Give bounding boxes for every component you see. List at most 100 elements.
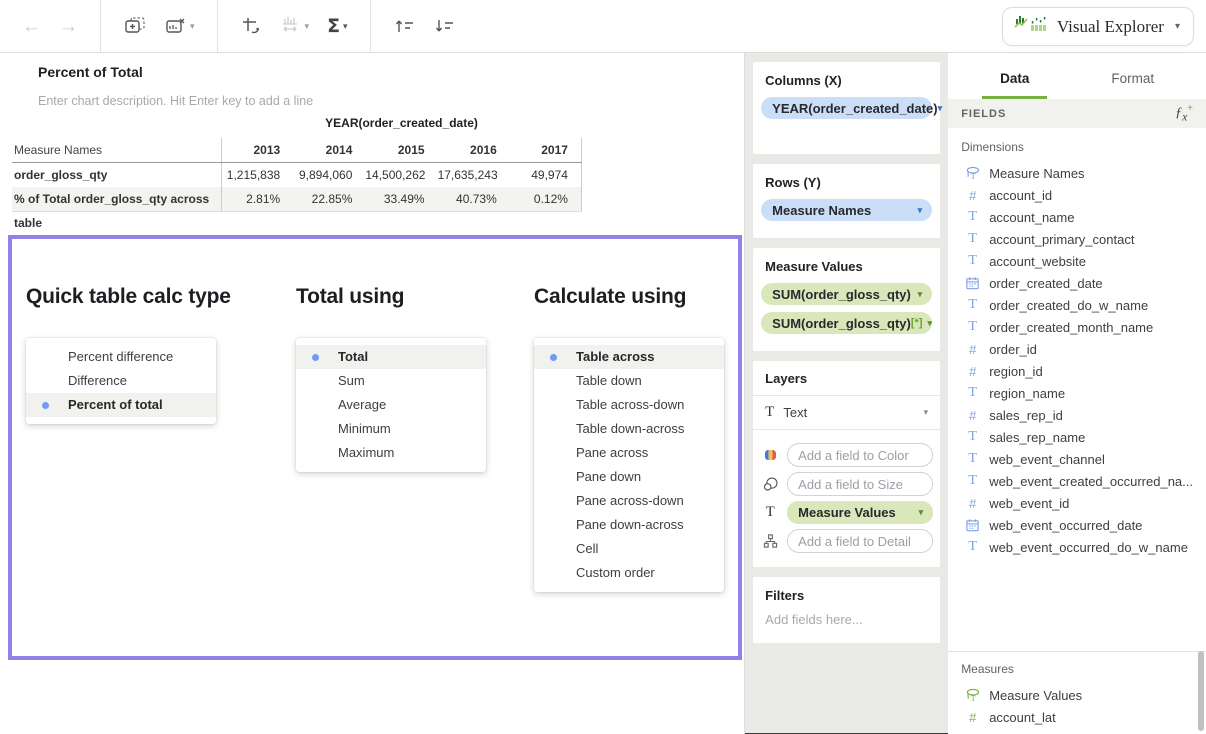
- field-list-item[interactable]: #web_event_id: [948, 492, 1206, 514]
- text-icon: T: [965, 254, 980, 268]
- menu-item[interactable]: Pane down: [534, 465, 724, 489]
- chart-title[interactable]: Percent of Total: [38, 64, 143, 80]
- text-icon: T: [965, 386, 980, 400]
- field-name: web_event_channel: [989, 452, 1105, 467]
- columns-shelf: Columns (X) YEAR(order_created_date)▾: [753, 62, 940, 154]
- field-pill[interactable]: SUM(order_gloss_qty)[*]▾: [761, 312, 932, 334]
- field-list-item[interactable]: Torder_created_do_w_name: [948, 294, 1206, 316]
- field-list-item[interactable]: Taccount_website: [948, 250, 1206, 272]
- calc-menu-group: Calculate usingTable acrossTable downTab…: [534, 285, 724, 592]
- measure-names-icon: T: [965, 687, 980, 703]
- menu-item[interactable]: Maximum: [296, 441, 486, 465]
- field-pill[interactable]: Measure Values▾: [787, 501, 933, 524]
- field-list-item[interactable]: order_created_date: [948, 272, 1206, 294]
- table-row: % of Total order_gloss_qty across table2…: [12, 187, 582, 212]
- measures-section: Measures TMeasure Values#account_lat: [948, 651, 1206, 734]
- table-cell: 49,974: [510, 163, 582, 187]
- sort-ascending-icon[interactable]: [393, 17, 415, 35]
- chart-description-placeholder[interactable]: Enter chart description. Hit Enter key t…: [38, 94, 313, 108]
- field-list-item[interactable]: web_event_occurred_date: [948, 514, 1206, 536]
- menu-item[interactable]: Pane across: [534, 441, 724, 465]
- field-name: web_event_occurred_do_w_name: [989, 540, 1188, 555]
- filters-shelf: Filters Add fields here...: [753, 577, 940, 643]
- add-formula-icon[interactable]: ƒx+: [1175, 103, 1193, 123]
- menu-item[interactable]: Average: [296, 393, 486, 417]
- menu-item[interactable]: Table down-across: [534, 417, 724, 441]
- field-list-item[interactable]: TMeasure Names: [948, 162, 1206, 184]
- field-list-item[interactable]: Tsales_rep_name: [948, 426, 1206, 448]
- menu-item[interactable]: Percent difference: [26, 345, 216, 369]
- pill-dropdown-icon[interactable]: ▾: [927, 318, 932, 329]
- pill-dropdown-icon[interactable]: ▾: [918, 289, 923, 300]
- menu-item[interactable]: Table down: [534, 369, 724, 393]
- calc-menu-title: Quick table calc type: [26, 285, 231, 309]
- table-body: order_gloss_qty1,215,8389,894,06014,500,…: [12, 163, 582, 212]
- menu-item[interactable]: Pane across-down: [534, 489, 724, 513]
- pill-dropdown-icon[interactable]: ▾: [918, 205, 923, 216]
- text-icon: T: [965, 430, 980, 444]
- field-pill[interactable]: SUM(order_gloss_qty)▾: [761, 283, 932, 305]
- field-list-item[interactable]: #order_id: [948, 338, 1206, 360]
- column-field-label: YEAR(order_created_date): [221, 116, 582, 138]
- table-header-row: Measure Names 20132014201520162017: [12, 138, 582, 163]
- fields-header: FIELDS ƒx+: [948, 99, 1206, 128]
- field-list-item[interactable]: Tweb_event_created_occurred_na...: [948, 470, 1206, 492]
- field-drop-target[interactable]: Add a field to Color: [787, 443, 933, 467]
- menu-item[interactable]: Custom order: [534, 561, 724, 585]
- aggregate-dropdown-icon[interactable]: ▾: [343, 21, 348, 32]
- menu-item[interactable]: Table across-down: [534, 393, 724, 417]
- layers-shelf: Layers T Text ▾ Add a field to ColorAdd …: [753, 361, 940, 567]
- field-list-item[interactable]: Taccount_primary_contact: [948, 228, 1206, 250]
- field-list-item[interactable]: TMeasure Values: [948, 684, 1206, 706]
- layer-slot-size: Add a field to Size: [760, 472, 933, 496]
- swap-axes-icon[interactable]: [240, 15, 262, 37]
- calc-menu-title: Total using: [296, 285, 486, 309]
- table-cell: 1,215,838: [221, 163, 293, 187]
- remove-chart-dropdown-icon[interactable]: ▾: [190, 21, 195, 32]
- tab-format[interactable]: Format: [1093, 63, 1172, 99]
- chart-type-icon: [1014, 13, 1048, 40]
- field-list-item[interactable]: Taccount_name: [948, 206, 1206, 228]
- aggregate-sigma-icon[interactable]: Σ ▾: [327, 15, 348, 37]
- crosstab-table: YEAR(order_created_date) Measure Names 2…: [12, 116, 582, 212]
- menu-item[interactable]: Pane down-across: [534, 513, 724, 537]
- sidebar-scrollbar[interactable]: [1198, 651, 1204, 731]
- pill-dropdown-icon[interactable]: ▾: [919, 507, 924, 518]
- field-list-item[interactable]: Tregion_name: [948, 382, 1206, 404]
- sort-descending-icon[interactable]: [433, 17, 455, 35]
- menu-item[interactable]: Sum: [296, 369, 486, 393]
- menu-item[interactable]: Minimum: [296, 417, 486, 441]
- field-drop-target[interactable]: Add a field to Size: [787, 472, 933, 496]
- redo-forward-icon[interactable]: →: [59, 17, 78, 36]
- chart-type-selector[interactable]: Visual Explorer ▾: [1002, 7, 1194, 46]
- field-list-item[interactable]: #sales_rep_id: [948, 404, 1206, 426]
- menu-item[interactable]: Table across: [534, 345, 724, 369]
- field-list-item[interactable]: Torder_created_month_name: [948, 316, 1206, 338]
- chart-spacing-icon[interactable]: ▾: [280, 15, 310, 37]
- field-list-item[interactable]: Tweb_event_occurred_do_w_name: [948, 536, 1206, 558]
- remove-chart-icon[interactable]: ▾: [165, 16, 195, 36]
- menu-item[interactable]: Difference: [26, 369, 216, 393]
- field-list-item[interactable]: #account_lat: [948, 706, 1206, 728]
- color-icon: [760, 447, 780, 463]
- undo-back-icon[interactable]: ←: [22, 17, 41, 36]
- layer-type-selector[interactable]: T Text ▾: [753, 396, 940, 430]
- chart-spacing-dropdown-icon[interactable]: ▾: [305, 21, 310, 32]
- field-list-item[interactable]: #account_id: [948, 184, 1206, 206]
- menu-item[interactable]: Percent of total: [26, 393, 216, 417]
- field-list-item[interactable]: #region_id: [948, 360, 1206, 382]
- dimensions-label: Dimensions: [948, 128, 1206, 162]
- number-icon: #: [965, 497, 980, 510]
- pill-dropdown-icon[interactable]: ▾: [938, 103, 943, 114]
- calc-menu: TotalSumAverageMinimumMaximum: [296, 338, 486, 472]
- menu-item[interactable]: Cell: [534, 537, 724, 561]
- filters-drop-target[interactable]: Add fields here...: [765, 612, 928, 627]
- number-icon: #: [965, 711, 980, 724]
- duplicate-chart-icon[interactable]: [123, 16, 147, 36]
- field-list-item[interactable]: Tweb_event_channel: [948, 448, 1206, 470]
- tab-data[interactable]: Data: [982, 63, 1047, 99]
- field-pill[interactable]: YEAR(order_created_date)▾: [761, 97, 932, 119]
- menu-item[interactable]: Total: [296, 345, 486, 369]
- field-pill[interactable]: Measure Names▾: [761, 199, 932, 221]
- field-drop-target[interactable]: Add a field to Detail: [787, 529, 933, 553]
